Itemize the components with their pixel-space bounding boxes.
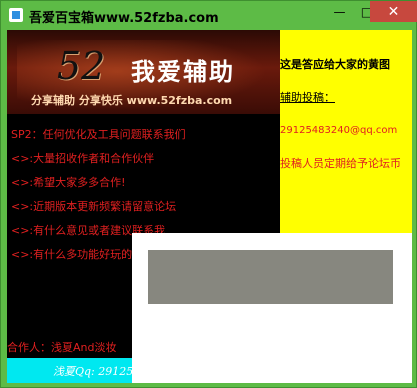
email-text[interactable]: 29125483240@qq.com	[280, 125, 397, 136]
contact-label: 合作人：浅夏And淡妆	[7, 341, 117, 354]
qq-text: 浅夏Qq: 29125	[53, 365, 134, 378]
submit-label[interactable]: 辅助投稿：	[280, 89, 335, 105]
banner-subtitle: 分享辅助 分享快乐 www.52fzba.com	[31, 94, 233, 107]
info-item: <>:大量招收作者和合作伙伴	[11, 152, 155, 165]
app-icon	[9, 8, 23, 22]
banner-number: 52	[57, 44, 106, 88]
info-item: <>:近期版本更新频繁请留意论坛	[11, 200, 177, 213]
banner-name: 我爱辅助	[131, 58, 235, 86]
title-bar[interactable]: 吾爱百宝箱www.52fzba.com — □ ✕	[1, 1, 417, 29]
reward-text: 投稿人员定期给予论坛币	[280, 157, 401, 170]
app-window: 吾爱百宝箱www.52fzba.com — □ ✕ 52 我爱辅助 分享辅助 分…	[0, 0, 417, 388]
close-button[interactable]: ✕	[370, 1, 417, 22]
banner-logo: 52 我爱辅助 分享辅助 分享快乐 www.52fzba.com	[7, 30, 280, 114]
minimize-button[interactable]: —	[326, 1, 353, 22]
window-title: 吾爱百宝箱www.52fzba.com	[29, 11, 219, 26]
right-panel-title: 这是答应给大家的黄图	[280, 58, 390, 71]
image-placeholder	[148, 250, 393, 304]
info-item: <>:希望大家多多合作!	[11, 176, 126, 189]
info-item: SP2：任何优化及工具问题联系我们	[11, 128, 186, 141]
popup-overlay	[132, 233, 412, 383]
right-panel: 这是答应给大家的黄图 辅助投稿： 29125483240@qq.com 投稿人员…	[280, 30, 412, 256]
